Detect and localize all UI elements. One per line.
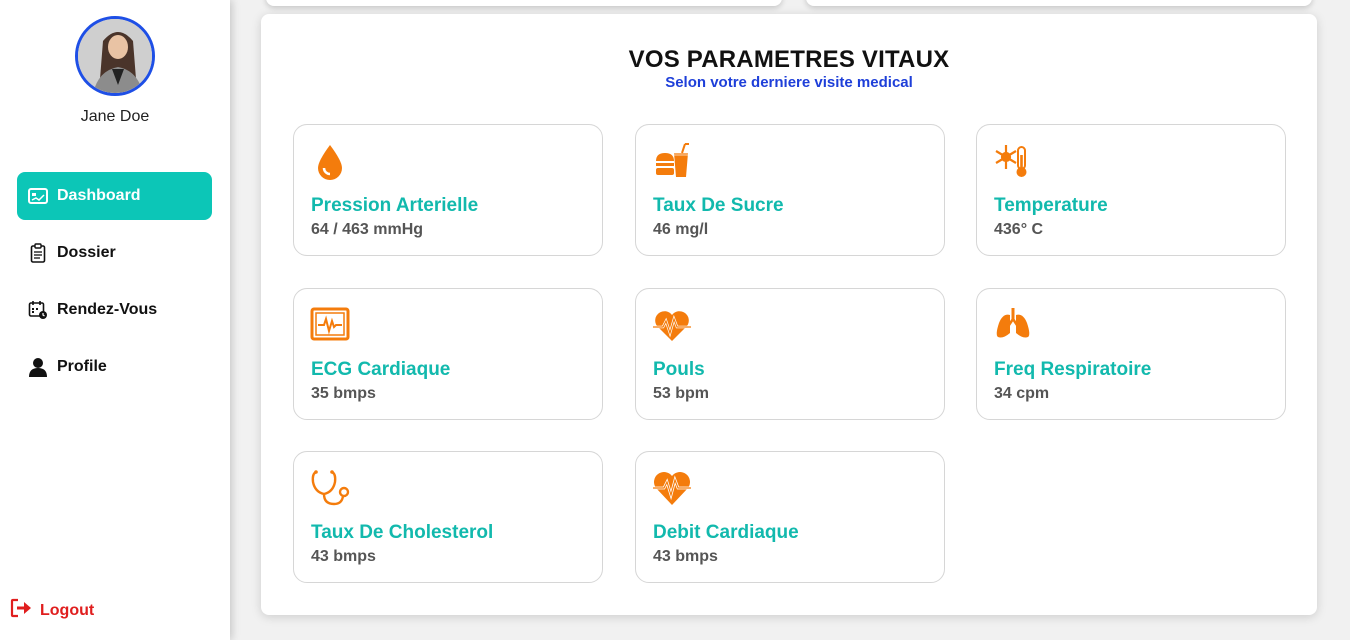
vital-name: ECG Cardiaque: [311, 359, 451, 380]
vital-value: 35 bmps: [311, 385, 376, 402]
heart-pulse-icon: [652, 305, 692, 345]
vital-card-pression[interactable]: Pression Arterielle 64 / 463 mmHg: [293, 124, 603, 256]
vital-name: Taux De Sucre: [653, 195, 784, 216]
sidebar: Jane Doe Dashboard Dossier Rendez-Vous P…: [0, 0, 230, 640]
calendar-icon: [27, 299, 49, 321]
vital-value: 436° C: [994, 221, 1044, 238]
clipboard-icon: [27, 242, 49, 264]
nav-item-dossier[interactable]: Dossier: [17, 229, 212, 277]
vital-name: Pression Arterielle: [311, 195, 479, 216]
nav-label: Rendez-Vous: [57, 301, 158, 318]
vital-name: Taux De Cholesterol: [311, 522, 494, 543]
nav-item-dashboard[interactable]: Dashboard: [17, 172, 212, 220]
vital-value: 53 bpm: [653, 385, 710, 402]
nav-item-profile[interactable]: Profile: [17, 343, 212, 391]
vital-name: Temperature: [994, 195, 1108, 216]
nav-item-rendez-vous[interactable]: Rendez-Vous: [17, 286, 212, 334]
dashboard-icon: [27, 185, 49, 207]
vitals-panel: VOS PARAMETRES VITAUX Selon votre dernie…: [261, 14, 1317, 615]
vital-card-pouls[interactable]: Pouls 53 bpm: [635, 288, 945, 420]
vital-name: Debit Cardiaque: [653, 522, 799, 543]
top-card: [806, 0, 1312, 6]
vital-value: 46 mg/l: [653, 221, 709, 238]
vital-value: 34 cpm: [994, 385, 1050, 402]
thermometer-icon: [993, 141, 1033, 181]
nav-label: Profile: [57, 358, 107, 375]
vital-card-cholesterol[interactable]: Taux De Cholesterol 43 bmps: [293, 451, 603, 583]
vital-name: Pouls: [653, 359, 705, 380]
ecg-monitor-icon: [310, 305, 350, 345]
vital-value: 64 / 463 mmHg: [311, 221, 424, 238]
panel-title: VOS PARAMETRES VITAUX: [628, 46, 950, 73]
vital-value: 43 bmps: [653, 548, 718, 565]
panel-subtitle: Selon votre derniere visite medical: [665, 74, 913, 91]
vital-value: 43 bmps: [311, 548, 376, 565]
blood-drop-icon: [310, 141, 350, 181]
lungs-icon: [993, 305, 1033, 345]
user-icon: [27, 356, 49, 378]
logout-button[interactable]: Logout: [10, 598, 94, 623]
food-drink-icon: [652, 141, 692, 181]
vital-card-ecg[interactable]: ECG Cardiaque 35 bmps: [293, 288, 603, 420]
user-name: Jane Doe: [80, 108, 150, 125]
vital-card-sucre[interactable]: Taux De Sucre 46 mg/l: [635, 124, 945, 256]
logout-label: Logout: [40, 601, 95, 619]
top-card: [266, 0, 782, 6]
logout-icon: [10, 598, 32, 623]
vital-name: Freq Respiratoire: [994, 359, 1152, 380]
stethoscope-icon: [310, 468, 350, 508]
nav-label: Dossier: [57, 244, 116, 261]
vital-card-respiratoire[interactable]: Freq Respiratoire 34 cpm: [976, 288, 1286, 420]
vital-card-debit[interactable]: Debit Cardiaque 43 bmps: [635, 451, 945, 583]
vital-card-temperature[interactable]: Temperature 436° C: [976, 124, 1286, 256]
nav-label: Dashboard: [57, 187, 141, 204]
heart-rate-icon: [652, 468, 692, 508]
avatar[interactable]: [75, 16, 155, 96]
